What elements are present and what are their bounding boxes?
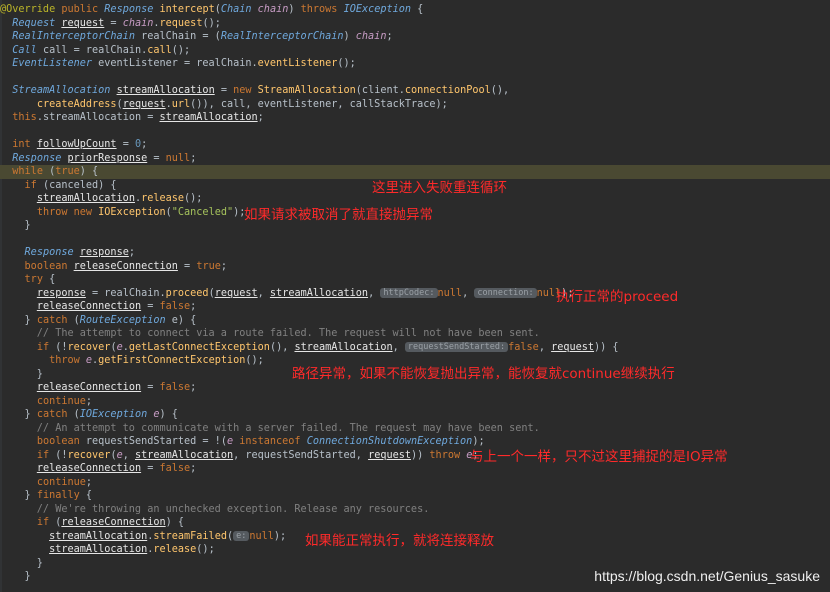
annotation-retry-loop: 这里进入失败重连循环 [372, 180, 507, 196]
param-hint-http-codec: httpCodec: [380, 288, 438, 298]
code-line[interactable]: Response response; [0, 246, 830, 260]
code-line[interactable]: if (!recover(e.getLastConnectException()… [0, 341, 830, 355]
code-line[interactable]: } finally { [0, 489, 830, 503]
code-line[interactable]: StreamAllocation streamAllocation = new … [0, 84, 830, 98]
watermark: https://blog.csdn.net/Genius_sasuke [594, 568, 820, 584]
annotation-canceled: 如果请求被取消了就直接抛异常 [244, 207, 433, 223]
code-line[interactable]: Response priorResponse = null; [0, 152, 830, 166]
annotation-route-exception: 路径异常，如果不能恢复抛出异常，能恢复就continue继续执行 [292, 366, 675, 382]
code-line[interactable]: RealInterceptorChain realChain = (RealIn… [0, 30, 830, 44]
annotation-io-exception: 与上一个一样，只不过这里捕捉的是IO异常 [470, 449, 728, 465]
code-line[interactable]: response = realChain.proceed(request, st… [0, 287, 830, 301]
code-line[interactable]: } catch (RouteException e) { [0, 314, 830, 328]
code-line[interactable]: boolean releaseConnection = true; [0, 260, 830, 274]
code-line[interactable]: // An attempt to communicate with a serv… [0, 422, 830, 436]
code-line[interactable]: Call call = realChain.call(); [0, 44, 830, 58]
code-line[interactable]: this.streamAllocation = streamAllocation… [0, 111, 830, 125]
code-editor[interactable]: @Override public Response intercept(Chai… [0, 0, 830, 592]
code-line[interactable]: int followUpCount = 0; [0, 138, 830, 152]
param-hint-e: e: [233, 531, 250, 541]
code-line[interactable]: EventListener eventListener = realChain.… [0, 57, 830, 71]
code-line[interactable]: try { [0, 273, 830, 287]
param-hint-connection: connection: [474, 288, 537, 298]
code-line[interactable]: if (releaseConnection) { [0, 516, 830, 530]
code-line[interactable]: releaseConnection = false; [0, 381, 830, 395]
code-line[interactable]: @Override public Response intercept(Chai… [0, 3, 830, 17]
code-line[interactable]: createAddress(request.url()), call, even… [0, 98, 830, 112]
code-line[interactable]: releaseConnection = false; [0, 300, 830, 314]
annotation-proceed: 执行正常的proceed [556, 289, 679, 305]
code-line[interactable]: // We're throwing an unchecked exception… [0, 503, 830, 517]
code-line[interactable]: continue; [0, 395, 830, 409]
code-line[interactable]: // The attempt to connect via a route fa… [0, 327, 830, 341]
code-line[interactable]: continue; [0, 476, 830, 490]
code-line[interactable]: } catch (IOException e) { [0, 408, 830, 422]
code-line[interactable]: Request request = chain.request(); [0, 17, 830, 31]
annotation-finally-release: 如果能正常执行，就将连接释放 [305, 533, 494, 549]
param-hint-request-send-started: requestSendStarted: [404, 342, 509, 352]
